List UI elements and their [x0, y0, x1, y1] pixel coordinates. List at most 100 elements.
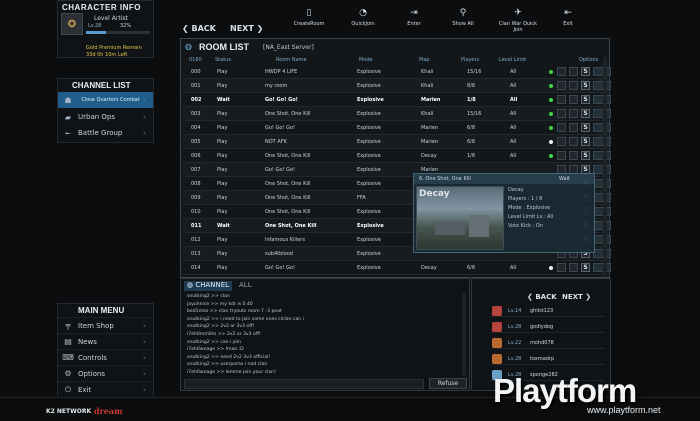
header-options[interactable]: Options [579, 57, 598, 63]
header-map[interactable]: Map [419, 57, 430, 63]
menu-item-options[interactable]: ⚙ Options › [58, 365, 153, 381]
map-preview-name: Decay [419, 189, 450, 199]
player-level: Lv.14 [508, 308, 522, 314]
tab-all-label: ALL [239, 281, 252, 289]
header-number[interactable]: 0160 [189, 57, 202, 63]
chat-scrollbar[interactable] [462, 293, 466, 375]
status-dot [549, 98, 553, 102]
option-icon [569, 137, 578, 146]
table-cell: All [510, 153, 517, 159]
table-cell: Explosive [357, 139, 381, 145]
popup-header: 6. One Shot, One Kill Wait [414, 174, 594, 184]
players-back-button[interactable]: ❮ BACK [527, 293, 557, 301]
tab-all[interactable]: ALL [236, 281, 255, 291]
table-cell: 013 [191, 251, 201, 257]
menu-item-controls[interactable]: ⌨ Controls › [58, 349, 153, 365]
exit-label: Exit [563, 21, 573, 27]
room-list-scrollbar[interactable] [603, 57, 607, 275]
chat-panel: ◍ CHANNEL ALL snutking2 >> clan jayuhnice… [180, 278, 470, 391]
table-row[interactable]: 004 Play Go! Go! Go! Explosive Marien 6/8 All S [183, 121, 611, 135]
table-cell: All [510, 125, 517, 131]
option-icon [569, 263, 578, 272]
stopwatch-icon: ◔ [359, 8, 367, 18]
channel-item-label: Close Quarters Combat [81, 97, 140, 103]
option-icon [569, 67, 578, 76]
header-mode[interactable]: Mode [359, 57, 373, 63]
list-item[interactable]: Lv.28 toxmadrp [490, 353, 605, 365]
menu-item-news[interactable]: ▤ News › [58, 333, 153, 349]
menu-item-exit[interactable]: ⏻ Exit › [58, 381, 153, 397]
magnifier-icon: ⚲ [459, 8, 467, 18]
exit-button[interactable]: ⇤ Exit [545, 8, 591, 27]
table-cell: Play [217, 83, 228, 89]
table-row[interactable]: 014 Play Go! Go! Go! Explosive Decay 6/8 All S [183, 261, 611, 275]
watermark-brand: Playtform [493, 372, 637, 409]
table-cell: Explosive [357, 83, 381, 89]
create-room-button[interactable]: ▯ CreateRoom [286, 8, 332, 27]
option-icon [593, 235, 611, 244]
table-cell: Explosive [357, 237, 381, 243]
list-item[interactable]: Lv.14 ghilst123 [490, 305, 605, 317]
table-row[interactable]: 003 Play One Shot, One Kill Explosive Khali 1… [183, 107, 611, 121]
option-icon [569, 123, 578, 132]
clan-war-quick-join-button[interactable]: ✈ Clan War Quick Join [495, 8, 541, 33]
chat-line: snutking2 >> 2v2 or 3v3 off! [187, 324, 255, 330]
players-next-button[interactable]: NEXT ❯ [562, 293, 591, 301]
table-cell: One Shot, One Kill [265, 209, 311, 215]
chat-input[interactable] [184, 379, 424, 389]
table-row[interactable]: 006 Play One Shot, One Kill Explosive Decay 1… [183, 149, 611, 163]
tab-channel[interactable]: ◍ CHANNEL [184, 281, 233, 291]
popup-room-status: Wait [558, 176, 570, 182]
table-cell: One Shot, One Kill [265, 111, 311, 117]
back-button[interactable]: ❮ BACK [182, 24, 216, 33]
table-row[interactable]: 000 Play HWDP 4 LIFE Explosive Khali 15/16 All… [183, 65, 611, 79]
refuse-button[interactable]: Refuse [429, 378, 467, 389]
s-option-icon: S [581, 263, 590, 272]
table-row[interactable]: 005 Play NOT AFK Explosive Marien 6/8 All S [183, 135, 611, 149]
option-icon [569, 109, 578, 118]
chat-line: snutking2 >> can i join [187, 339, 242, 345]
list-item[interactable]: Lv.22 mohd078 [490, 337, 605, 349]
table-cell: 010 [191, 209, 201, 215]
channel-item-urban-ops[interactable]: ▰ Urban Ops › [58, 109, 153, 125]
tab-channel-label: CHANNEL [195, 281, 230, 289]
gold-premium-label: Gold Premium Remain [86, 45, 142, 51]
table-cell: Wait [217, 97, 230, 103]
table-cell: Explosive [357, 97, 384, 103]
table-cell: Play [217, 265, 228, 271]
map-preview-image: Decay [416, 186, 504, 250]
refresh-icon[interactable]: ◍ [185, 42, 192, 51]
header-players[interactable]: Players [461, 57, 479, 63]
chat-line: i7eh0mm0m >> 2v2 or 3v3 off! [187, 332, 261, 337]
rank-icon [492, 354, 502, 364]
channel-item-close-quarters-combat[interactable]: ☗ Close Quarters Combat › [58, 92, 153, 108]
exp-bar-fill [86, 31, 107, 34]
enter-button[interactable]: ⇥ Enter [391, 8, 437, 27]
channel-item-battle-group[interactable]: ╾ Battle Group › [58, 125, 153, 141]
menu-item-label: Exit [78, 385, 92, 394]
table-cell: Infamous Killers [265, 237, 305, 243]
table-cell: Go! Go! Go! [265, 125, 295, 131]
quick-join-button[interactable]: ◔ QuickJoin [340, 8, 386, 27]
table-cell: NOT AFK [265, 139, 287, 145]
lock-option-icon [557, 81, 566, 90]
player-name: toxmadrp [530, 356, 555, 362]
list-item[interactable]: Lv.28 godlydog [490, 321, 605, 333]
header-room-name[interactable]: Room Name [276, 57, 307, 63]
table-row[interactable]: 001 Play my room Explosive Khali 8/8 All S [183, 79, 611, 93]
exp-percent: 32% [120, 23, 132, 29]
table-cell: 009 [191, 195, 201, 201]
next-button[interactable]: NEXT ❯ [230, 24, 263, 33]
header-level-limit[interactable]: Level Limit [499, 57, 526, 63]
option-icon [593, 109, 611, 118]
table-row[interactable]: 002 Wait Go! Go! Go! Explosive Marien 1/8 All S [183, 93, 611, 107]
lock-option-icon [557, 67, 566, 76]
room-detail-popup: 6. One Shot, One Kill Wait Decay Decay P… [413, 173, 595, 253]
menu-item-label: Options [78, 369, 106, 378]
room-toolbar: ❮ BACK NEXT ❯ ▯ CreateRoom ◔ QuickJoin ⇥… [180, 8, 600, 36]
table-cell: Marien [421, 97, 441, 103]
show-all-button[interactable]: ⚲ Show All [440, 8, 486, 27]
s-option-icon: S [581, 109, 590, 118]
menu-item-item-shop[interactable]: ╤ Item Shop › [58, 317, 153, 333]
header-status[interactable]: Status [215, 57, 231, 63]
